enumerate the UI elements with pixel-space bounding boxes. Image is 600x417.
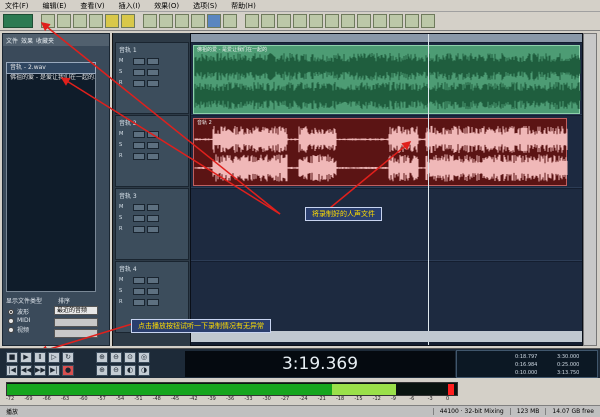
meter-tick-label: -12	[372, 396, 381, 402]
status-free-space: 14.07 GB free	[545, 408, 600, 415]
meter-tick-label: -57	[97, 396, 106, 402]
length-value: 0:10.000	[515, 370, 538, 376]
status-format: 44100 · 32-bit Mixing	[432, 408, 510, 415]
view-length-value: 3:13.750	[557, 370, 580, 376]
fast-forward-button[interactable]: ▶▶	[34, 365, 46, 376]
zoom-out-vertical-button[interactable]: ⊖	[110, 365, 122, 376]
zoom-out-horizontal-button[interactable]: ⊖	[110, 352, 122, 363]
meter-tick-label: 0	[446, 396, 450, 402]
rewind-button[interactable]: ◀◀	[20, 365, 32, 376]
time-display: 3:19.369	[185, 351, 455, 377]
pause-button[interactable]: Ⅱ	[34, 352, 46, 363]
play-button[interactable]: ▶	[20, 352, 32, 363]
end-value: 0:16.984	[515, 362, 538, 368]
play-from-cursor-button[interactable]: ▷	[48, 352, 60, 363]
level-meter-hot	[332, 384, 396, 395]
meter-tick-label: -27	[281, 396, 290, 402]
status-bar: 播放 44100 · 32-bit Mixing 123 MB 14.07 GB…	[0, 405, 600, 417]
loop-button[interactable]: ↻	[62, 352, 74, 363]
meter-tick-label: -6	[409, 396, 415, 402]
zoom-left-button[interactable]: ◐	[124, 365, 136, 376]
status-memory: 123 MB	[509, 408, 546, 415]
meter-tick-label: -33	[244, 396, 253, 402]
callout-play-hint: 点击播放按钮试听一下录制情况有无异常	[131, 319, 271, 333]
meter-tick-label: -69	[24, 396, 33, 402]
go-to-end-button[interactable]: ▶|	[48, 365, 60, 376]
arrow-to-toolbar	[40, 22, 281, 215]
audition-window: 文件(F) 编辑(E) 查看(V) 插入(I) 效果(O) 选项(S) 帮助(H…	[0, 0, 600, 417]
meter-tick-label: -24	[299, 396, 308, 402]
zoom-in-horizontal-button[interactable]: ⊕	[96, 352, 108, 363]
zoom-in-vertical-button[interactable]: ⊕	[96, 365, 108, 376]
meter-tick-label: -3	[427, 396, 433, 402]
arrow-to-vocal-clip	[329, 141, 412, 209]
meter-tick-label: -39	[207, 396, 216, 402]
view-begin-value: 3:30.000	[557, 354, 580, 360]
meter-tick-label: -63	[61, 396, 70, 402]
begin-value: 0:18.797	[515, 354, 538, 360]
meter-tick-label: -60	[79, 396, 88, 402]
meter-tick-label: -72	[6, 396, 15, 402]
level-meter-fill	[7, 384, 333, 395]
clip-indicator[interactable]	[448, 384, 454, 395]
callout-recorded-file: 将录制好的人声文件	[305, 207, 382, 221]
status-text: 播放	[6, 409, 19, 416]
zoom-right-button[interactable]: ◑	[138, 365, 150, 376]
selection-view-info: 0:18.797 0:16.984 0:10.000 3:30.000 0:25…	[456, 350, 598, 378]
level-meter	[6, 382, 458, 396]
meter-tick-label: -66	[42, 396, 51, 402]
meter-tick-label: -45	[171, 396, 180, 402]
meter-tick-label: -9	[391, 396, 396, 402]
meter-tick-label: -15	[354, 396, 363, 402]
stop-button[interactable]: ■	[6, 352, 18, 363]
meter-tick-label: -51	[134, 396, 143, 402]
meter-scale: -72 -69 -66 -63 -60 -57 -54 -51 -48 -45 -42 -39 -36-…	[6, 396, 458, 404]
meter-tick-label: -36	[226, 396, 235, 402]
zoom-full-button[interactable]: ⊙	[124, 352, 136, 363]
meter-tick-label: -30	[262, 396, 271, 402]
zoom-selection-button[interactable]: ◎	[138, 352, 150, 363]
meter-tick-label: -48	[152, 396, 161, 402]
view-end-value: 0:25.000	[557, 362, 580, 368]
meter-tick-label: -54	[116, 396, 125, 402]
arrow-to-file-list	[60, 77, 281, 215]
meter-tick-label: -21	[317, 396, 326, 402]
meter-tick-label: -18	[336, 396, 345, 402]
go-to-start-button[interactable]: |◀	[6, 365, 18, 376]
record-button[interactable]: ●	[62, 365, 74, 376]
meter-tick-label: -42	[189, 396, 198, 402]
